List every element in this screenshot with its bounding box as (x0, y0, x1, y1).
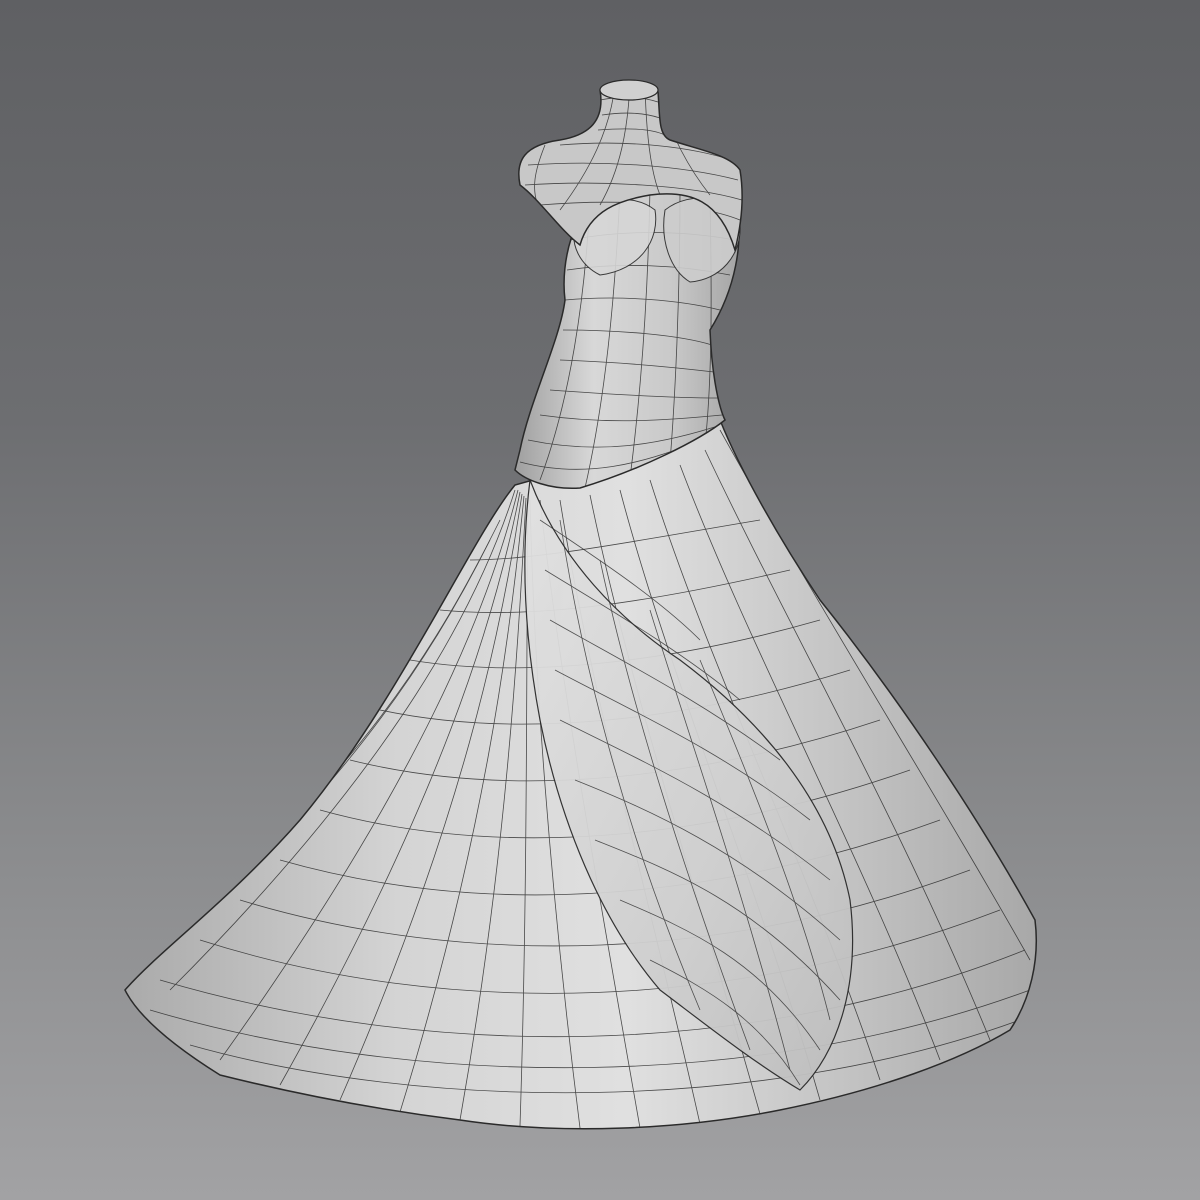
gown-model-render (124, 79, 1038, 1130)
3d-viewport (0, 0, 1200, 1200)
